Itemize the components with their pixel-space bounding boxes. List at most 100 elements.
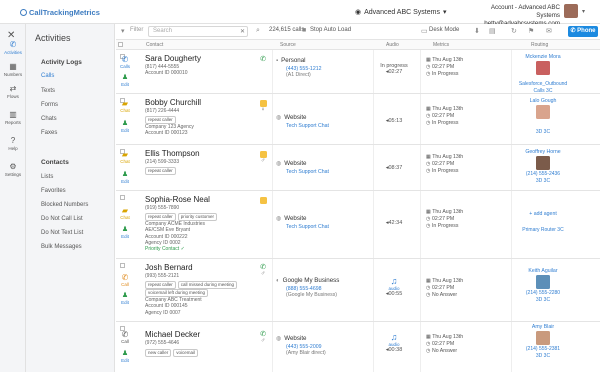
table-row[interactable]: ✆ Call ♟ Edit Josh Bernard (993) 555-2121 … bbox=[116, 259, 600, 322]
tag[interactable]: repeat caller bbox=[145, 281, 176, 289]
download-icon[interactable]: ⬇ bbox=[474, 27, 480, 35]
tag[interactable]: repeat caller bbox=[145, 167, 176, 175]
metric-time: 02:27 PM bbox=[431, 216, 455, 222]
stop-icon[interactable]: ■ bbox=[302, 27, 306, 34]
source-detail: (443) 555-1212 (A1 Direct) bbox=[286, 66, 321, 78]
grid-icon: ▦ bbox=[9, 62, 17, 71]
chat-icon[interactable]: ✉ bbox=[546, 27, 552, 35]
nav-lists[interactable]: Lists bbox=[41, 174, 53, 180]
rail-item-settings[interactable]: ⚙ Settings bbox=[0, 162, 26, 177]
metric-date: Thu Aug 13th bbox=[432, 278, 464, 284]
nav-bulk-messages[interactable]: Bulk Messages bbox=[41, 244, 82, 250]
toolbar: ▾ Filter Search ✕ ⌕ 224,615 calls ■ Stop… bbox=[116, 24, 600, 40]
stop-auto-load[interactable]: Stop Auto Load bbox=[310, 27, 351, 33]
table-row[interactable]: ▰ Chat ♟ Edit Sophia-Rose Neal (919) 555-7… bbox=[116, 191, 600, 259]
header-audio[interactable]: Audio bbox=[386, 42, 399, 48]
routing-detail: 3D 3C bbox=[535, 352, 551, 359]
agent-name[interactable]: Geoffrey Horne bbox=[518, 149, 568, 155]
header-source[interactable]: Source bbox=[280, 42, 296, 48]
search-input[interactable]: Search bbox=[148, 26, 248, 37]
tag[interactable]: call missed during meeting bbox=[177, 281, 238, 289]
tag[interactable]: voicemail bbox=[173, 349, 199, 357]
header-routing[interactable]: Routing bbox=[531, 42, 548, 48]
add-agent-link[interactable]: + add agent bbox=[518, 211, 568, 217]
edit-contact[interactable]: ♟ Edit bbox=[118, 74, 132, 87]
rail-item-help[interactable]: ? Help bbox=[0, 136, 26, 151]
nav-calls[interactable]: Calls bbox=[41, 73, 54, 79]
edit-contact[interactable]: ♟ Edit bbox=[118, 120, 132, 133]
rail-item-flows[interactable]: ⇄ Flows bbox=[0, 84, 26, 99]
row-checkbox[interactable] bbox=[120, 263, 125, 268]
refresh-icon[interactable]: ↻ bbox=[511, 27, 517, 35]
edit-contact[interactable]: ♟ Edit bbox=[118, 171, 132, 184]
google-icon: ◐ bbox=[276, 277, 280, 284]
contact-name[interactable]: Sophia-Rose Neal bbox=[145, 195, 210, 204]
agent-avatar bbox=[536, 61, 550, 75]
clear-search-icon[interactable]: ✕ bbox=[240, 28, 245, 35]
search-icon[interactable]: ⌕ bbox=[256, 27, 260, 35]
nav-texts[interactable]: Texts bbox=[41, 88, 55, 94]
metric-time: 02:27 PM bbox=[431, 64, 455, 70]
phone-button[interactable]: ✆ Phone bbox=[568, 26, 598, 37]
contact-name[interactable]: Josh Bernard bbox=[145, 263, 193, 272]
nav-favorites[interactable]: Favorites bbox=[41, 188, 66, 194]
chevron-down-icon[interactable]: ▾ bbox=[582, 8, 585, 15]
activity-type-label: Chat bbox=[120, 215, 130, 220]
tag[interactable]: priority customer bbox=[177, 213, 218, 221]
tag[interactable]: voicemail left during meeting bbox=[145, 289, 209, 297]
monitor-icon[interactable]: ▭ bbox=[421, 27, 428, 35]
edit-contact[interactable]: ♟ Edit bbox=[118, 292, 132, 305]
filter-icon[interactable]: ▾ bbox=[121, 27, 125, 35]
edit-contact[interactable]: ♟ Edit bbox=[118, 226, 132, 239]
tag[interactable]: repeat caller bbox=[145, 213, 176, 221]
contact-account: Account ID 000010 bbox=[145, 70, 188, 77]
edit-contact[interactable]: ♟ Edit bbox=[118, 350, 132, 363]
table-row[interactable]: ▰ Chat ♟ Edit Bobby Churchill (817) 226-44… bbox=[116, 94, 600, 145]
phone-icon: ✆ bbox=[121, 330, 129, 339]
agent-name[interactable]: Amy Blair bbox=[518, 324, 568, 330]
table-row[interactable]: ✆ Calls ♟ Edit Sara Dougherty (817) 444-55… bbox=[116, 50, 600, 94]
audio[interactable]: ♫ audio ◂00:55 bbox=[378, 276, 410, 297]
filter-button[interactable]: Filter bbox=[130, 27, 143, 33]
row-checkbox[interactable] bbox=[120, 195, 125, 200]
source-campaign[interactable]: Tech Support Chat bbox=[286, 169, 329, 175]
agent-name[interactable]: Lalo Gough bbox=[518, 98, 568, 104]
nav-do-not-text[interactable]: Do Not Text List bbox=[41, 230, 83, 236]
select-all-checkbox[interactable] bbox=[118, 42, 123, 47]
phone-icon: ✆ bbox=[260, 56, 266, 63]
contact-name[interactable]: Bobby Churchill bbox=[145, 98, 201, 107]
metric-time: 02:27 PM bbox=[431, 285, 455, 291]
nav-blocked-numbers[interactable]: Blocked Numbers bbox=[41, 202, 88, 208]
nav-do-not-call[interactable]: Do Not Call List bbox=[41, 216, 83, 222]
logo-mark-icon bbox=[20, 9, 27, 16]
app-logo[interactable]: CallTrackingMetrics bbox=[20, 8, 100, 17]
rail-item-reports[interactable]: ▥ Reports bbox=[0, 110, 26, 125]
rail-item-activities[interactable]: ✆ Activities bbox=[0, 40, 26, 55]
contact-name[interactable]: Sara Dougherty bbox=[145, 54, 201, 63]
agent-name[interactable]: Keith Aguilar bbox=[518, 268, 568, 274]
table-row[interactable]: ▰ Chat ♟ Edit Ellis Thompson (214) 599-333… bbox=[116, 145, 600, 191]
agent-name[interactable]: Mckenzie Mora bbox=[518, 54, 568, 60]
nav-chats[interactable]: Chats bbox=[41, 116, 57, 122]
headphones-icon[interactable]: ♫ bbox=[378, 276, 410, 286]
headphones-icon[interactable]: ♫ bbox=[378, 332, 410, 342]
nav-forms[interactable]: Forms bbox=[41, 102, 58, 108]
contact-name[interactable]: Michael Decker bbox=[145, 330, 200, 339]
desk-mode-toggle[interactable]: Desk Mode bbox=[429, 27, 459, 33]
header-metrics[interactable]: Metrics bbox=[433, 42, 449, 48]
flag-icon[interactable]: ⚑ bbox=[528, 27, 534, 35]
contact-name[interactable]: Ellis Thompson bbox=[145, 149, 200, 158]
tag[interactable]: repeat caller bbox=[145, 116, 176, 124]
account-selector[interactable]: ◉ Advanced ABC Systems ▾ bbox=[355, 8, 447, 17]
columns-icon[interactable]: ▤ bbox=[489, 27, 496, 35]
tag[interactable]: new caller bbox=[145, 349, 172, 357]
contact-company: Company ACME Industries AE/CSM Eve Bryant… bbox=[145, 221, 205, 252]
user-avatar[interactable] bbox=[564, 4, 578, 18]
table-row[interactable]: ✆ Call ♟ Edit Michael Decker (972) 555-464… bbox=[116, 322, 600, 372]
header-contact[interactable]: Contact bbox=[146, 42, 163, 48]
rail-item-numbers[interactable]: ▦ Numbers bbox=[0, 62, 26, 77]
source-campaign[interactable]: Tech Support Chat bbox=[286, 224, 329, 230]
audio[interactable]: ♫ audio ◂00:38 bbox=[378, 332, 410, 353]
nav-faxes[interactable]: Faxes bbox=[41, 130, 57, 136]
source-campaign[interactable]: Tech Support Chat bbox=[286, 123, 329, 129]
